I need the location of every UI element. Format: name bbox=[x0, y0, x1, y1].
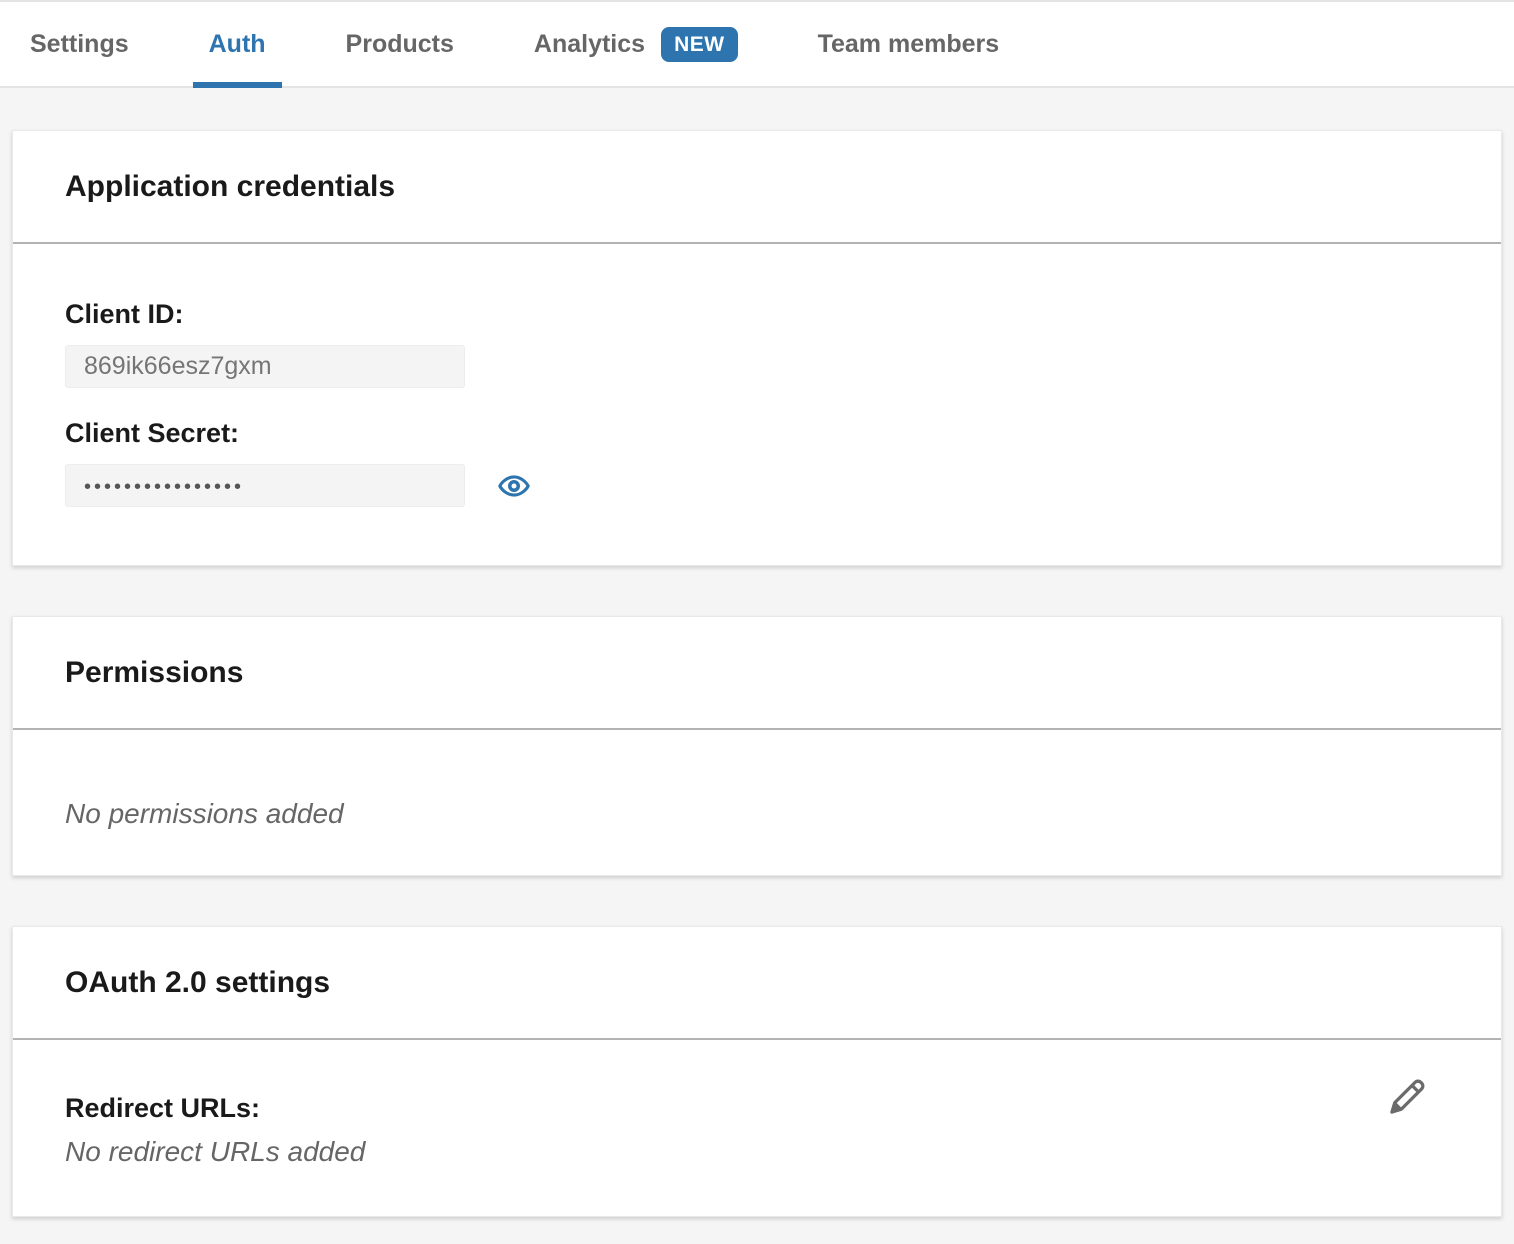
oauth-settings-body: Redirect URLs: No redirect URLs added bbox=[13, 1040, 1501, 1216]
main-content: Application credentials Client ID: Clien… bbox=[0, 88, 1514, 1217]
application-credentials-title: Application credentials bbox=[65, 170, 395, 204]
redirect-urls-label: Redirect URLs: bbox=[65, 1093, 1449, 1124]
client-secret-input[interactable] bbox=[65, 464, 465, 507]
eye-icon bbox=[497, 491, 531, 506]
client-id-input[interactable] bbox=[65, 345, 465, 388]
reveal-secret-button[interactable] bbox=[497, 469, 531, 503]
tab-products-label: Products bbox=[346, 30, 454, 59]
tab-analytics[interactable]: Analytics NEW bbox=[518, 2, 754, 86]
application-credentials-body: Client ID: Client Secret: bbox=[13, 244, 1501, 565]
tab-team-members-label: Team members bbox=[818, 30, 1000, 59]
permissions-header: Permissions bbox=[13, 617, 1501, 730]
client-secret-row bbox=[65, 464, 1449, 507]
oauth-settings-card: OAuth 2.0 settings Redirect URLs: No red… bbox=[12, 926, 1502, 1217]
tab-auth[interactable]: Auth bbox=[193, 2, 282, 86]
pencil-icon bbox=[1385, 1107, 1431, 1122]
tab-products[interactable]: Products bbox=[330, 2, 470, 86]
application-credentials-card: Application credentials Client ID: Clien… bbox=[12, 130, 1502, 566]
permissions-title: Permissions bbox=[65, 656, 243, 690]
oauth-settings-header: OAuth 2.0 settings bbox=[13, 927, 1501, 1040]
new-badge: NEW bbox=[661, 27, 738, 62]
edit-redirect-urls-button[interactable] bbox=[1385, 1073, 1431, 1119]
client-secret-label: Client Secret: bbox=[65, 418, 1449, 449]
active-tab-underline bbox=[193, 82, 282, 88]
tab-settings[interactable]: Settings bbox=[14, 2, 145, 86]
oauth-settings-title: OAuth 2.0 settings bbox=[65, 966, 330, 1000]
tab-team-members[interactable]: Team members bbox=[802, 2, 1016, 86]
permissions-card: Permissions No permissions added bbox=[12, 616, 1502, 876]
field-spacer bbox=[65, 388, 1449, 418]
tab-settings-label: Settings bbox=[30, 30, 129, 59]
client-id-label: Client ID: bbox=[65, 299, 1449, 330]
tab-auth-label: Auth bbox=[209, 30, 266, 59]
application-credentials-header: Application credentials bbox=[13, 131, 1501, 244]
tab-analytics-label: Analytics bbox=[534, 30, 645, 59]
no-permissions-text: No permissions added bbox=[65, 798, 1449, 830]
no-redirect-urls-text: No redirect URLs added bbox=[65, 1136, 1449, 1168]
tab-bar: Settings Auth Products Analytics NEW Tea… bbox=[0, 0, 1514, 88]
permissions-body: No permissions added bbox=[13, 730, 1501, 875]
